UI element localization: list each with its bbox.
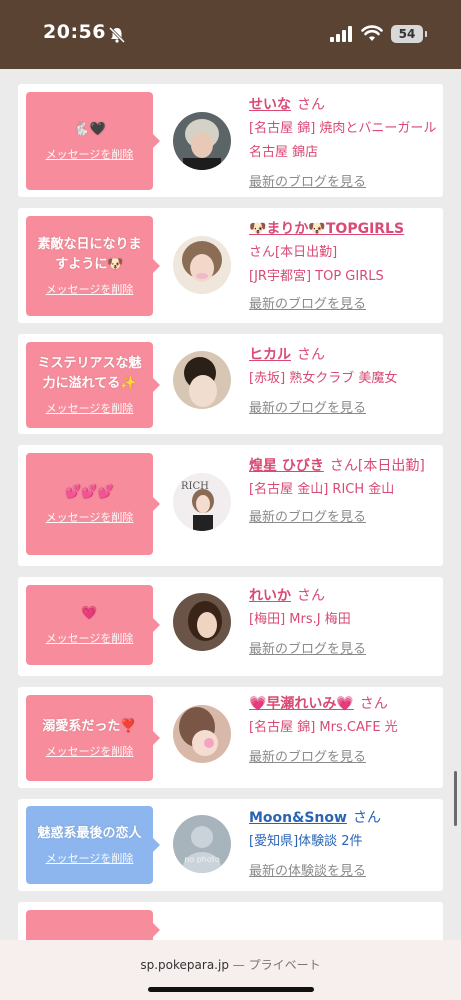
cast-name-link[interactable]: せいな: [249, 97, 291, 113]
profile-info: れいか さん [梅田] Mrs.J 梅田 最新のブログを見る: [249, 583, 437, 657]
status-bar: 20:56 54: [0, 0, 461, 69]
shop-link[interactable]: [名古屋 錦] Mrs.CAFE 光: [249, 716, 437, 740]
latest-blog-link[interactable]: 最新のブログを見る: [249, 397, 366, 416]
message-text: 💗: [81, 606, 98, 621]
delete-message-link[interactable]: メッセージを削除: [46, 281, 134, 297]
message-card: 溺愛系だった❣️ メッセージを削除 💗早瀬れいみ💗 さん [名古屋 錦] Mrs.…: [18, 687, 443, 788]
message-text: 🐇🖤: [73, 122, 106, 137]
delete-message-link[interactable]: メッセージを削除: [46, 509, 134, 525]
message-card: 魅惑系最後の恋人 メッセージを削除 no photo Moon&Snow さん […: [18, 799, 443, 891]
honorific: さん: [297, 588, 325, 604]
latest-blog-link[interactable]: 最新のブログを見る: [249, 171, 366, 190]
avatar[interactable]: [173, 236, 231, 294]
profile-info: 🐶まりか🐶TOPGIRLS さん[本日出勤] [JR宇都宮] TOP GIRLS…: [249, 216, 437, 312]
latest-blog-link[interactable]: 最新のブログを見る: [249, 638, 366, 657]
message-card: ミステリアスな魅力に溢れてる✨ メッセージを削除 ヒカル さん [赤坂] 熟女クラ…: [18, 334, 443, 434]
url-separator: —: [228, 958, 249, 972]
status-time: 20:56: [43, 21, 106, 43]
message-bubble: 💗 メッセージを削除: [26, 585, 160, 665]
attendance-status: さん[本日出勤]: [249, 245, 338, 260]
shop-link[interactable]: [JR宇都宮] TOP GIRLS: [249, 265, 437, 289]
delete-message-link[interactable]: メッセージを削除: [46, 850, 134, 866]
cast-name-link[interactable]: Moon&Snow: [249, 810, 347, 826]
cast-name-link[interactable]: ヒカル: [249, 347, 291, 363]
message-card: 🐇🖤 メッセージを削除 せいな さん [名古屋 錦] 焼肉とバニーガール 名古屋 …: [18, 84, 443, 197]
silent-bell-icon: [108, 26, 126, 44]
profile-info: 煌星 ひびき さん[本日出勤] [名古屋 金山] RICH 金山 最新のブログを見…: [249, 453, 437, 525]
cast-name-link[interactable]: 🐶まりか🐶TOPGIRLS: [249, 221, 404, 237]
message-card: 💕💕💕 メッセージを削除 RICH 煌星 ひびき さん[本日出勤] [名古屋 金山…: [18, 445, 443, 566]
avatar[interactable]: no photo: [173, 815, 231, 873]
shop-link[interactable]: [赤坂] 熟女クラブ 美魔女: [249, 367, 437, 391]
honorific: さん[本日出勤]: [329, 458, 425, 474]
battery-indicator: 54: [391, 25, 427, 43]
message-bubble: 素敵な日になりますように🐶 メッセージを削除: [26, 216, 160, 316]
avatar[interactable]: [173, 705, 231, 763]
cast-name-link[interactable]: 煌星 ひびき: [249, 458, 324, 474]
scrollbar[interactable]: [454, 771, 457, 826]
home-indicator[interactable]: [148, 987, 314, 992]
cast-name-link[interactable]: 💗早瀬れいみ💗: [249, 696, 354, 712]
url-text: sp.pokepara.jp: [140, 958, 229, 972]
message-bubble: 魅惑系最後の恋人 メッセージを削除: [26, 806, 160, 884]
message-text: 素敵な日になりますように🐶: [37, 237, 142, 272]
message-bubble: 🐇🖤 メッセージを削除: [26, 92, 160, 190]
no-photo-label: no photo: [184, 855, 220, 864]
shop-link[interactable]: [名古屋 金山] RICH 金山: [249, 478, 437, 502]
message-text: ミステリアスな魅力に溢れてる✨: [37, 356, 142, 391]
latest-blog-link[interactable]: 最新のブログを見る: [249, 746, 366, 765]
message-bubble: 溺愛系だった❣️ メッセージを削除: [26, 695, 160, 781]
message-text: 魅惑系最後の恋人: [37, 826, 142, 841]
cast-name-link[interactable]: れいか: [249, 588, 291, 604]
avatar[interactable]: RICH: [173, 473, 231, 531]
profile-info: 💗早瀬れいみ💗 さん [名古屋 錦] Mrs.CAFE 光 最新のブログを見る: [249, 691, 437, 765]
delete-message-link[interactable]: メッセージを削除: [46, 146, 134, 162]
message-list: 🐇🖤 メッセージを削除 せいな さん [名古屋 錦] 焼肉とバニーガール 名古屋 …: [18, 84, 443, 953]
honorific: さん: [359, 696, 388, 712]
profile-info: せいな さん [名古屋 錦] 焼肉とバニーガール 名古屋 錦店 最新のブログを見る: [249, 92, 437, 190]
signal-icon: [330, 26, 352, 42]
delete-message-link[interactable]: メッセージを削除: [46, 630, 134, 646]
delete-message-link[interactable]: メッセージを削除: [46, 743, 134, 759]
shop-link[interactable]: [愛知県]体験談 2件: [249, 830, 437, 854]
shop-link[interactable]: [名古屋 錦] 焼肉とバニーガール 名古屋 錦店: [249, 117, 437, 165]
latest-review-link[interactable]: 最新の体験談を見る: [249, 860, 366, 879]
private-mode-label: プライベート: [248, 958, 321, 972]
message-card: 💗 メッセージを削除 れいか さん [梅田] Mrs.J 梅田 最新のブログを見る: [18, 577, 443, 676]
honorific: さん: [297, 347, 325, 363]
message-card: [18, 902, 443, 950]
delete-message-link[interactable]: メッセージを削除: [46, 400, 134, 416]
wifi-icon: [361, 25, 383, 41]
honorific: さん: [352, 810, 381, 826]
message-text: 溺愛系だった❣️: [42, 719, 137, 734]
profile-info: ヒカル さん [赤坂] 熟女クラブ 美魔女 最新のブログを見る: [249, 342, 437, 416]
address-text[interactable]: sp.pokepara.jp — プライベート: [0, 956, 461, 973]
message-bubble: 💕💕💕 メッセージを削除: [26, 453, 160, 555]
latest-blog-link[interactable]: 最新のブログを見る: [249, 506, 366, 525]
message-text: 💕💕💕: [65, 485, 114, 500]
message-card: 素敵な日になりますように🐶 メッセージを削除 🐶まりか🐶TOPGIRLS さん[…: [18, 208, 443, 323]
avatar[interactable]: [173, 593, 231, 651]
latest-blog-link[interactable]: 最新のブログを見る: [249, 293, 366, 312]
shop-link[interactable]: [梅田] Mrs.J 梅田: [249, 608, 437, 632]
avatar[interactable]: [173, 112, 231, 170]
message-bubble: ミステリアスな魅力に溢れてる✨ メッセージを削除: [26, 342, 160, 428]
avatar[interactable]: [173, 351, 231, 409]
profile-info: Moon&Snow さん [愛知県]体験談 2件 最新の体験談を見る: [249, 805, 437, 879]
honorific: さん: [297, 97, 325, 113]
